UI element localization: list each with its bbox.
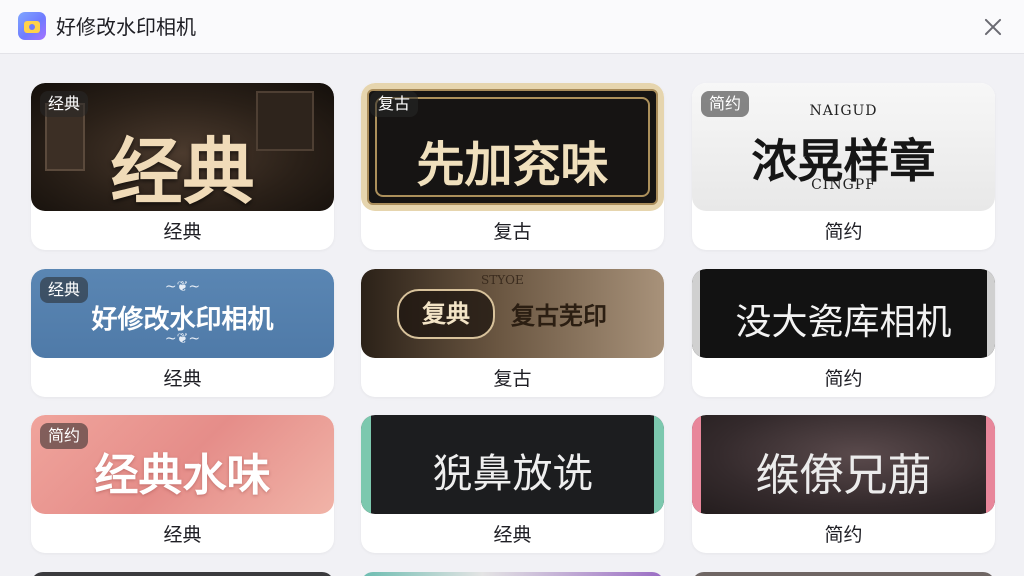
- template-card-3[interactable]: NAIGUD 浓晃样章 CINGPF 简约 简约: [692, 83, 995, 250]
- preview-subtext: 复古芜印: [511, 301, 607, 330]
- template-preview: 缑僚兄萠: [692, 415, 995, 514]
- template-caption: 简约: [824, 221, 863, 243]
- template-preview: 没大瓷库相机: [692, 269, 995, 358]
- template-preview: 先加兖味 复古: [361, 83, 664, 211]
- template-preview: 经典水味 简约: [31, 415, 334, 514]
- template-preview: 猊鼻放诜: [361, 415, 664, 514]
- template-preview: NAIGUD 浓晃样章 CINGPF 简约: [692, 83, 995, 211]
- preview-text: 先加兖味: [416, 137, 609, 193]
- style-badge: 简约: [40, 423, 89, 449]
- preview-text: 猊鼻放诜: [432, 451, 593, 497]
- template-preview: 经典 经典: [31, 83, 334, 211]
- template-preview: ~❦~ 好修改水印相机 ~❦~ 经典: [31, 269, 334, 358]
- template-card-7[interactable]: 经典水味 简约 经典: [31, 415, 334, 553]
- template-card-8[interactable]: 猊鼻放诜 经典: [361, 415, 664, 553]
- style-badge: 复古: [370, 91, 419, 117]
- ornament-flourish-icon: ~❦~: [164, 331, 201, 347]
- template-caption: 经典: [163, 524, 202, 546]
- template-card-peek[interactable]: [692, 572, 995, 576]
- preview-text: 缑僚兄萠: [755, 450, 932, 501]
- preview-text: 复典: [422, 299, 470, 328]
- template-caption: 经典: [163, 221, 202, 243]
- style-badge: 经典: [40, 277, 89, 303]
- template-caption: 经典: [493, 524, 532, 546]
- app-camera-icon: [18, 12, 46, 40]
- preview-text: 经典: [110, 129, 255, 211]
- template-card-peek[interactable]: [361, 572, 664, 576]
- template-card-6[interactable]: 没大瓷库相机 简约: [692, 269, 995, 397]
- template-caption: 复古: [493, 368, 532, 390]
- template-caption: 经典: [163, 368, 202, 390]
- app-title: 好修改水印相机: [56, 15, 196, 39]
- template-card-5[interactable]: STYOE 复典 复古芜印 复古: [361, 269, 664, 397]
- template-card-1[interactable]: 经典 经典 经典: [31, 83, 334, 250]
- template-preview: STYOE 复典 复古芜印: [361, 269, 664, 358]
- close-button[interactable]: [980, 14, 1006, 40]
- template-card-peek[interactable]: [31, 572, 334, 576]
- style-badge: 经典: [40, 91, 89, 117]
- preview-text: 没大瓷库相机: [735, 302, 952, 343]
- template-caption: 简约: [824, 368, 863, 390]
- template-card-2[interactable]: 先加兖味 复古 复古: [361, 83, 664, 250]
- template-card-9[interactable]: 缑僚兄萠 简约: [692, 415, 995, 553]
- title-bar: 好修改水印相机: [0, 0, 1024, 54]
- ornament-text-bottom: CINGPF: [811, 177, 876, 193]
- template-caption: 简约: [824, 524, 863, 546]
- template-caption: 复古: [493, 221, 532, 243]
- ornament-text-top: STYOE: [481, 273, 524, 287]
- template-card-4[interactable]: ~❦~ 好修改水印相机 ~❦~ 经典 经典: [31, 269, 334, 397]
- style-badge: 简约: [701, 91, 750, 117]
